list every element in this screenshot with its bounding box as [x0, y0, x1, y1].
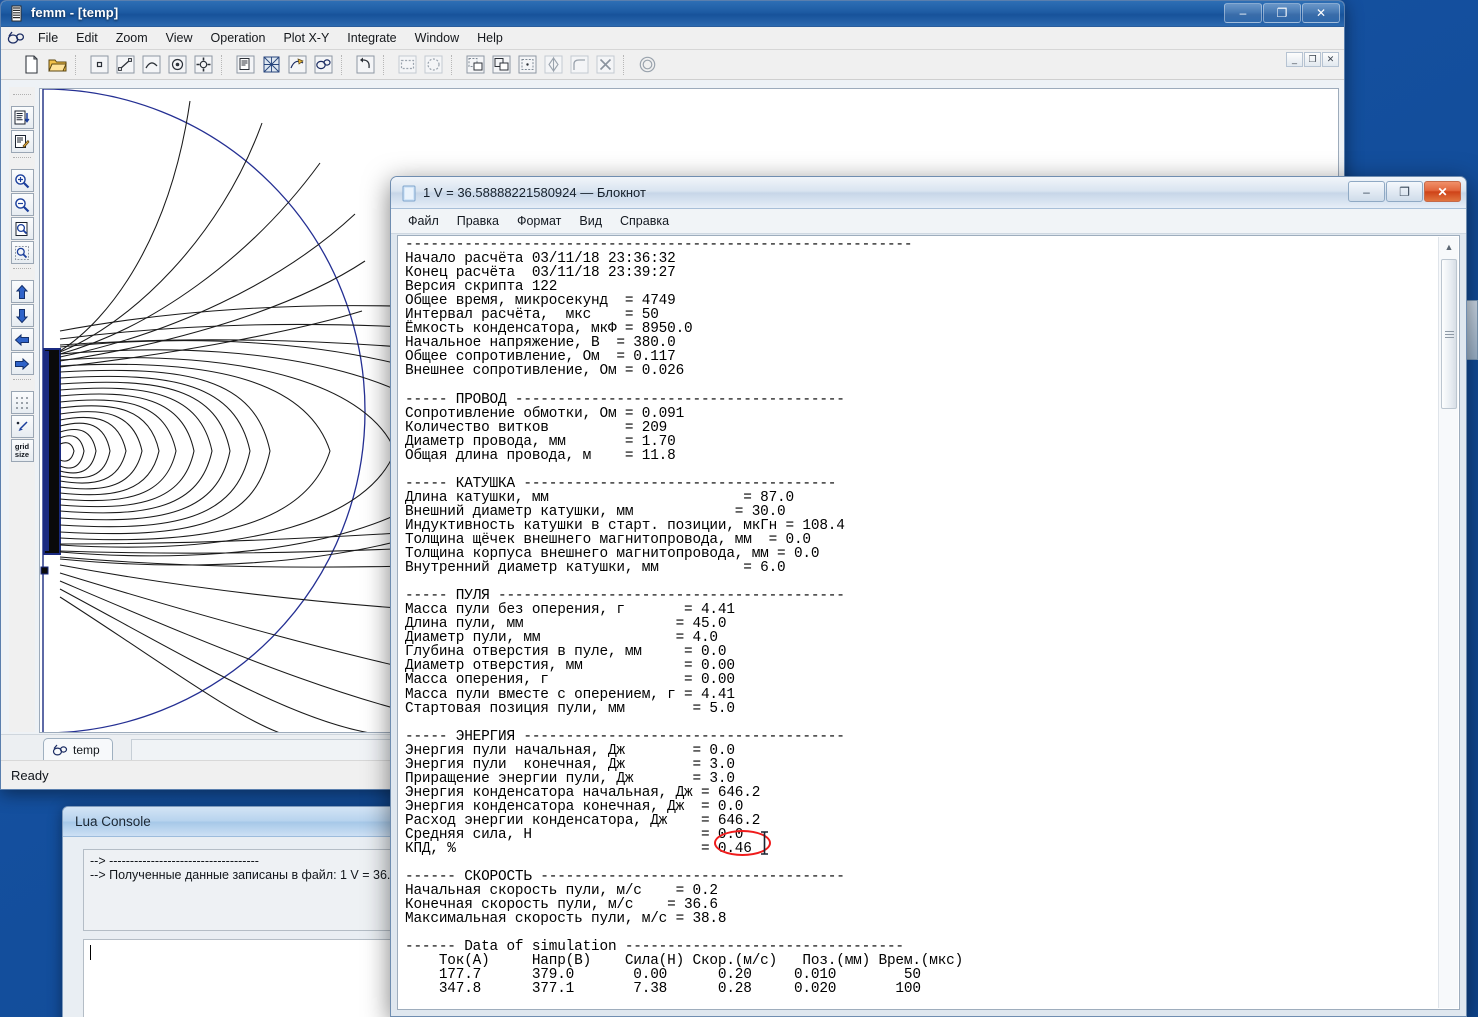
femm-toolbar — [1, 50, 1344, 80]
menu-plot-xy[interactable]: Plot X-Y — [274, 29, 338, 47]
properties-icon[interactable] — [233, 53, 258, 77]
notepad-window-title: 1 V = 36.58888221580924 — Блокнот — [423, 185, 646, 200]
mdi-child-window-controls: _ ❐ ✕ — [1282, 50, 1342, 68]
fillet-icon[interactable] — [567, 53, 592, 77]
lua-output-line-1: --> ------------------------------------ — [90, 854, 259, 868]
femm-close-button[interactable]: ✕ — [1302, 3, 1340, 23]
snap-to-grid-icon[interactable] — [11, 415, 34, 438]
mirror-icon[interactable] — [541, 53, 566, 77]
scale-icon[interactable] — [515, 53, 540, 77]
lua-output-line-2: --> Полученные данные записаны в файл: 1… — [90, 868, 404, 882]
block-label-icon[interactable] — [165, 53, 190, 77]
zoom-page-icon[interactable] — [11, 217, 34, 240]
notepad-menu-view[interactable]: Вид — [570, 212, 611, 230]
left-toolbar-separator — [13, 94, 31, 103]
femm-coil-icon — [52, 744, 68, 757]
notepad-maximize-button[interactable]: ❐ — [1386, 181, 1423, 202]
notepad-minimize-button[interactable]: – — [1348, 181, 1385, 202]
menu-view[interactable]: View — [157, 29, 202, 47]
toolbar-separator — [341, 55, 349, 75]
show-legend-icon[interactable] — [11, 106, 34, 129]
undo-icon[interactable] — [353, 53, 378, 77]
notepad-menu-file[interactable]: Файл — [399, 212, 448, 230]
zoom-in-icon[interactable] — [11, 169, 34, 192]
edit-properties-icon[interactable] — [11, 130, 34, 153]
left-toolbar-separator — [13, 268, 31, 277]
mdi-close-button[interactable]: ✕ — [1322, 52, 1339, 67]
segment-line-icon[interactable] — [113, 53, 138, 77]
notepad-titlebar[interactable]: 1 V = 36.58888221580924 — Блокнот – ❐ ✕ — [391, 177, 1466, 209]
notepad-menu-help[interactable]: Справка — [611, 212, 678, 230]
open-folder-icon[interactable] — [45, 53, 70, 77]
copy-icon[interactable] — [463, 53, 488, 77]
pan-right-icon[interactable] — [11, 352, 34, 375]
menu-integrate[interactable]: Integrate — [338, 29, 405, 47]
new-document-icon[interactable] — [19, 53, 44, 77]
mesh-icon[interactable] — [259, 53, 284, 77]
text-ibeam-cursor — [760, 831, 769, 855]
toolbar-separator — [383, 55, 391, 75]
toolbar-separator — [623, 55, 631, 75]
status-text: Ready — [11, 768, 49, 783]
notepad-report-text[interactable]: ----------------------------------------… — [405, 238, 1423, 1009]
left-toolbar-separator — [13, 379, 31, 388]
menu-window[interactable]: Window — [406, 29, 468, 47]
notepad-menu-edit[interactable]: Правка — [448, 212, 508, 230]
femm-window-title: femm - [temp] — [31, 5, 118, 20]
left-toolbar-separator — [13, 157, 31, 166]
sidebar-item-temp[interactable]: temp — [43, 738, 113, 761]
femm-app-icon — [9, 5, 26, 22]
notepad-menubar: Файл Правка Формат Вид Справка — [391, 209, 1466, 234]
femm-left-toolbar: gridsize — [9, 87, 35, 732]
view-results-icon[interactable] — [311, 53, 336, 77]
select-rectangle-icon[interactable] — [395, 53, 420, 77]
lua-console-title: Lua Console — [75, 814, 151, 829]
point-node-icon[interactable] — [87, 53, 112, 77]
notepad-text-area[interactable]: ----------------------------------------… — [397, 235, 1460, 1010]
scrollbar-grip-icon — [1445, 331, 1454, 338]
open-boundary-icon[interactable] — [635, 53, 660, 77]
group-icon[interactable] — [191, 53, 216, 77]
menu-operation[interactable]: Operation — [202, 29, 275, 47]
pan-up-icon[interactable] — [11, 280, 34, 303]
menu-help[interactable]: Help — [468, 29, 512, 47]
femm-window-controls: – ❐ ✕ — [1224, 3, 1340, 23]
scrollbar-thumb[interactable] — [1441, 259, 1457, 409]
notepad-window: 1 V = 36.58888221580924 — Блокнот – ❐ ✕ … — [390, 176, 1467, 1017]
toolbar-separator — [451, 55, 459, 75]
notepad-menu-format[interactable]: Формат — [508, 212, 570, 230]
pan-down-icon[interactable] — [11, 304, 34, 327]
toolbar-separator — [75, 55, 83, 75]
notepad-vertical-scrollbar[interactable]: ▲ — [1438, 237, 1458, 1008]
toolbar-separator — [221, 55, 229, 75]
menu-zoom[interactable]: Zoom — [107, 29, 157, 47]
notepad-close-button[interactable]: ✕ — [1424, 181, 1461, 202]
zoom-out-icon[interactable] — [11, 193, 34, 216]
femm-minimize-button[interactable]: – — [1224, 3, 1262, 23]
select-circle-icon[interactable] — [421, 53, 446, 77]
delete-icon[interactable] — [593, 53, 618, 77]
text-caret — [90, 945, 91, 960]
femm-titlebar[interactable]: femm - [temp] – ❐ ✕ — [1, 1, 1344, 27]
tabstrip-spacer — [1, 735, 39, 760]
menu-edit[interactable]: Edit — [67, 29, 107, 47]
mdi-minimize-button[interactable]: _ — [1286, 52, 1303, 67]
pan-left-icon[interactable] — [11, 328, 34, 351]
notepad-window-controls: – ❐ ✕ — [1348, 181, 1461, 202]
femm-mdi-icon[interactable] — [3, 29, 29, 47]
notepad-document-icon — [402, 185, 416, 202]
scroll-up-arrow-icon[interactable]: ▲ — [1439, 237, 1459, 257]
menu-file[interactable]: File — [29, 29, 67, 47]
zoom-window-icon[interactable] — [11, 241, 34, 264]
toggle-grid-icon[interactable] — [11, 391, 34, 414]
move-icon[interactable] — [489, 53, 514, 77]
tab-label: temp — [73, 743, 100, 757]
mdi-restore-button[interactable]: ❐ — [1304, 52, 1321, 67]
femm-menubar: File Edit Zoom View Operation Plot X-Y I… — [1, 27, 1344, 50]
femm-maximize-button[interactable]: ❐ — [1263, 3, 1301, 23]
run-analysis-icon[interactable] — [285, 53, 310, 77]
grid-size-button[interactable]: gridsize — [11, 439, 34, 462]
arc-segment-icon[interactable] — [139, 53, 164, 77]
